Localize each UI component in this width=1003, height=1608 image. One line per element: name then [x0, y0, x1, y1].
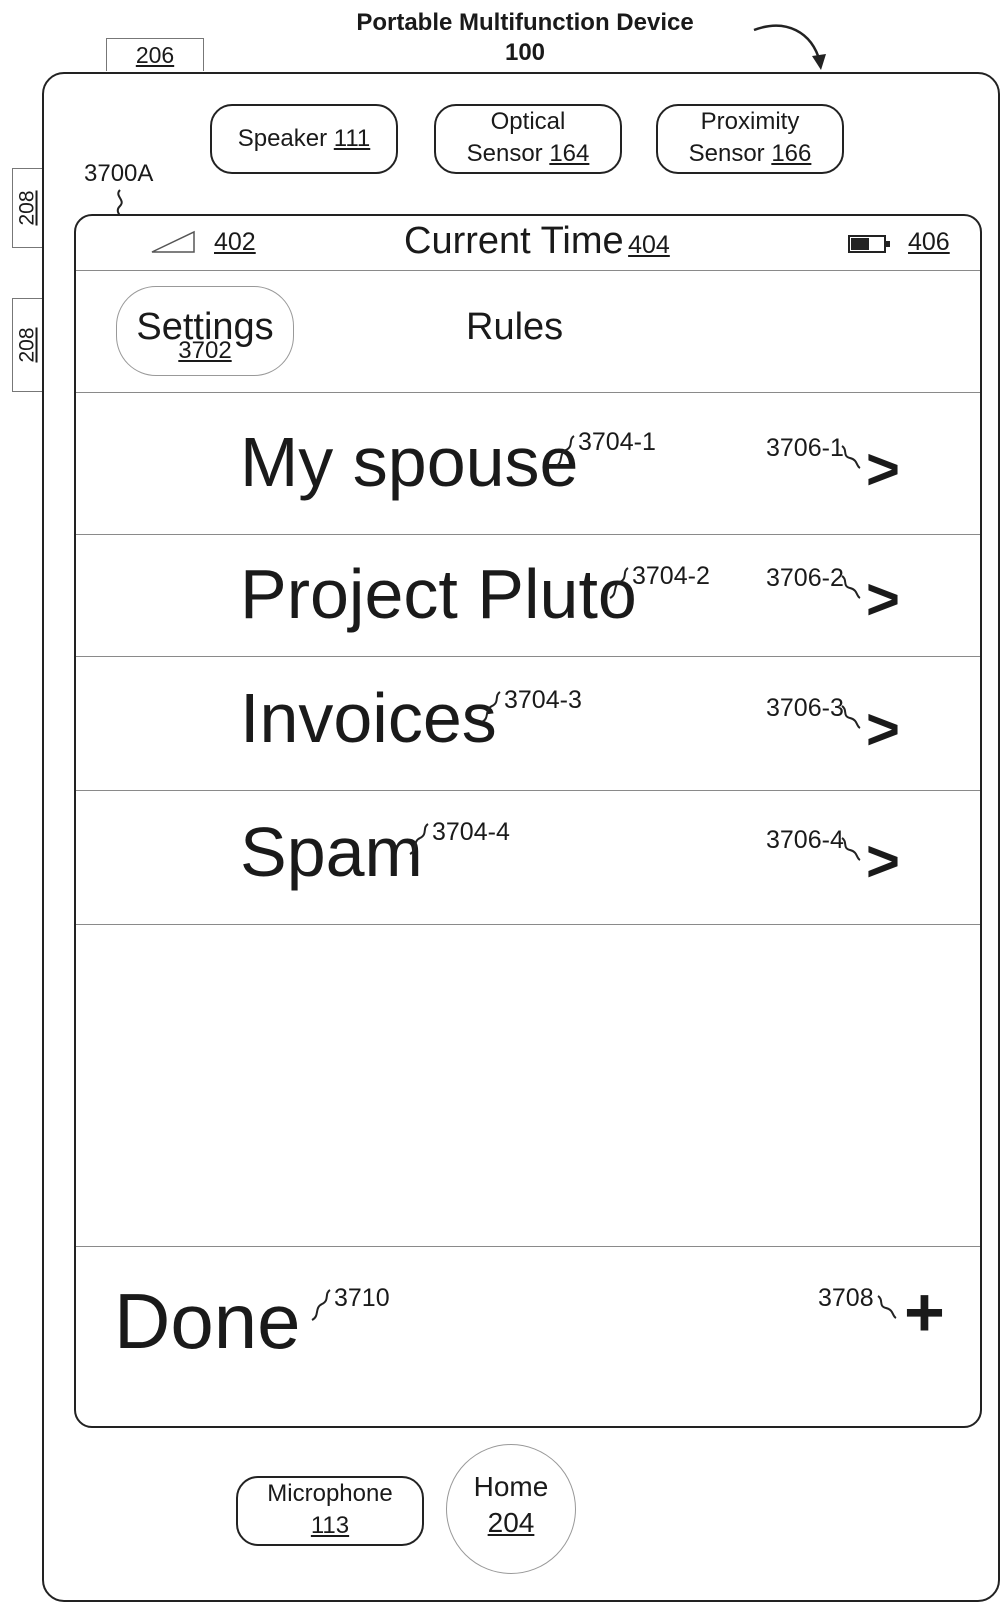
chevron-ref: 3706-2	[766, 564, 844, 592]
home-label: Home	[473, 1471, 549, 1502]
chevron-ref: 3706-1	[766, 434, 844, 462]
settings-back-button[interactable]: Settings 3702	[116, 286, 294, 376]
leader-line-icon	[877, 1295, 897, 1319]
chevron-right-icon[interactable]: >	[866, 440, 900, 500]
rule-row[interactable]: Project Pluto 3704-2 3706-2 >	[76, 536, 980, 656]
rule-ref: 3704-4	[432, 818, 510, 846]
plus-icon[interactable]: +	[904, 1272, 945, 1352]
figure-title-line1: Portable Multifunction Device	[356, 9, 694, 36]
leader-line-icon	[481, 691, 501, 723]
add-ref: 3708	[818, 1284, 874, 1312]
rule-row[interactable]: Invoices 3704-3 3706-3 >	[76, 658, 980, 790]
leader-line-icon	[841, 837, 861, 861]
battery-icon	[848, 235, 890, 253]
row-divider	[76, 790, 980, 791]
speaker: Speaker 111	[210, 104, 398, 174]
rule-label: Project Pluto	[240, 555, 637, 633]
rule-row[interactable]: My spouse 3704-1 3706-1 >	[76, 394, 980, 534]
screen: 402 Current Time 404 406 Settings 3702 R…	[74, 214, 982, 1428]
microphone: Microphone 113	[236, 1476, 424, 1546]
leader-line-icon	[841, 445, 861, 469]
battery-ref: 406	[908, 228, 950, 256]
home-ref: 204	[487, 1507, 535, 1538]
chevron-right-icon[interactable]: >	[866, 570, 900, 630]
nav-title: Rules	[466, 306, 564, 348]
rule-ref: 3704-1	[578, 428, 656, 456]
leader-line-icon	[841, 575, 861, 599]
frame-ref-tab-side-1: 208	[12, 168, 43, 248]
frame-ref-tab-side-2: 208	[12, 298, 43, 392]
curved-arrow-icon	[753, 24, 826, 70]
leader-line-icon	[311, 1289, 331, 1321]
figure-title-line2: 100	[504, 39, 546, 66]
leader-line-icon	[609, 567, 629, 599]
chevron-right-icon[interactable]: >	[866, 700, 900, 760]
chevron-right-icon[interactable]: >	[866, 832, 900, 892]
leader-line-icon	[841, 705, 861, 729]
done-ref: 3710	[334, 1284, 390, 1312]
status-divider	[76, 270, 980, 271]
rule-label: Spam	[240, 813, 423, 891]
leader-line-icon	[555, 435, 575, 467]
figure-title: Portable Multifunction Device 100	[300, 8, 750, 68]
chevron-ref: 3706-4	[766, 826, 844, 854]
rule-ref: 3704-2	[632, 562, 710, 590]
optical-sensor: Optical Sensor 164	[434, 104, 622, 174]
status-time: Current Time 404	[404, 220, 670, 262]
done-button[interactable]: Done	[114, 1276, 300, 1366]
rule-label: My spouse	[240, 423, 579, 501]
proximity-sensor: Proximity Sensor 166	[656, 104, 844, 174]
chevron-ref: 3706-3	[766, 694, 844, 722]
nav-divider	[76, 392, 980, 393]
rule-label: Invoices	[240, 679, 497, 757]
signal-ref: 402	[214, 228, 256, 256]
rule-ref: 3704-3	[504, 686, 582, 714]
home-button[interactable]: Home 204	[446, 1444, 576, 1574]
rule-row[interactable]: Spam 3704-4 3706-4 >	[76, 792, 980, 924]
leader-line-icon	[409, 823, 429, 855]
row-divider	[76, 534, 980, 535]
signal-icon	[151, 230, 195, 253]
frame-ref-tab-top: 206	[106, 38, 204, 71]
row-divider	[76, 924, 980, 925]
row-divider	[76, 656, 980, 657]
screen-ref-label: 3700A	[84, 160, 154, 187]
toolbar-divider	[76, 1246, 980, 1247]
